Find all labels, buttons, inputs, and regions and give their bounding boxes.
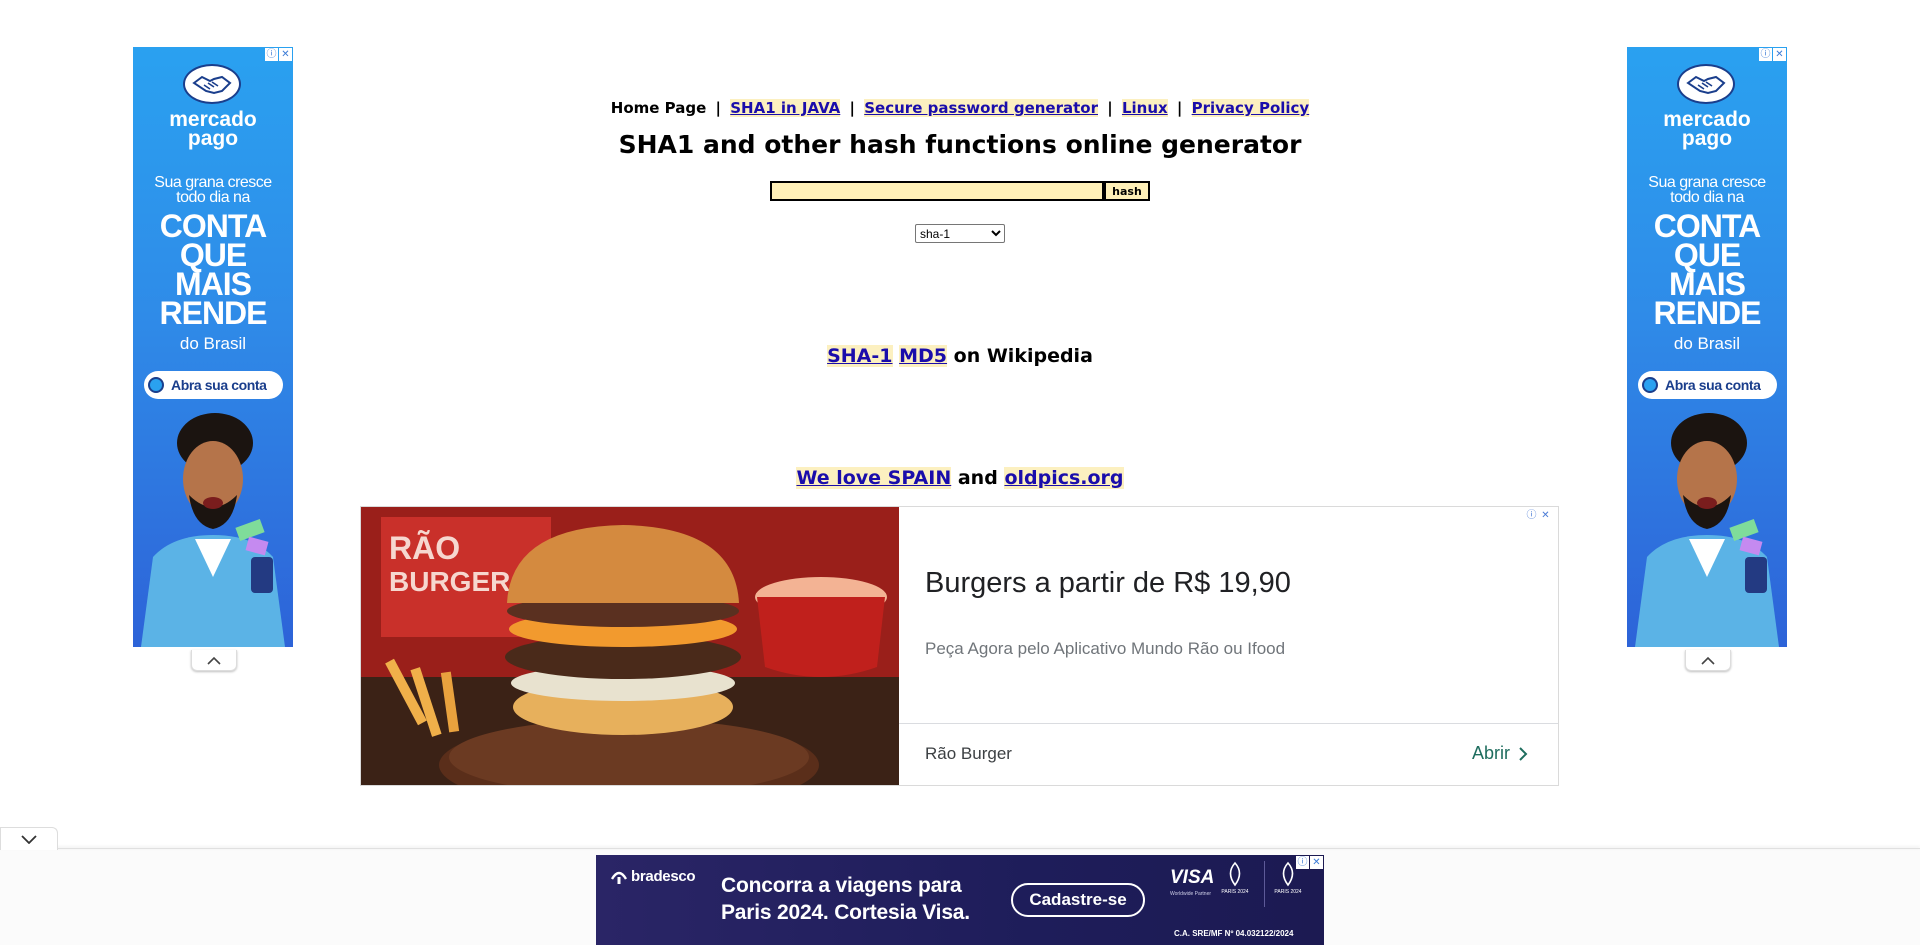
burger-display-ad[interactable]: RÃO BURGER ⓘ ✕ Burgers a partir de R$ 19… <box>360 506 1559 786</box>
promo-links: We love SPAIN and oldpics.org <box>0 467 1920 489</box>
ad-cta-button[interactable]: Abra sua conta <box>144 371 283 399</box>
toggle-icon <box>1642 377 1658 393</box>
wiki-links: SHA-1 MD5 on Wikipedia <box>0 345 1920 367</box>
flame-icon <box>1229 861 1241 887</box>
anchor-collapse-toggle[interactable] <box>0 827 58 850</box>
ad-open-button[interactable]: Abrir <box>1472 743 1528 764</box>
nav-separator: | <box>1176 99 1183 117</box>
ad-headline[interactable]: Burgers a partir de R$ 19,90 <box>925 567 1291 600</box>
nav-link-sha1-java[interactable]: SHA1 in JAVA <box>730 99 841 117</box>
handshake-icon <box>183 64 241 104</box>
chevron-up-icon <box>207 656 221 665</box>
ad-message: Concorra a viagens para Paris 2024. Cort… <box>721 872 970 926</box>
ad-cta-button[interactable]: Abra sua conta <box>1638 371 1777 399</box>
ad-collapse-toggle[interactable] <box>1685 650 1731 671</box>
nav-separator: | <box>1107 99 1113 117</box>
ad-close-icon[interactable]: ✕ <box>1773 48 1786 61</box>
ad-close-icon[interactable]: ✕ <box>1310 856 1323 869</box>
chevron-down-icon <box>21 834 37 844</box>
burger-image: RÃO BURGER <box>361 507 899 785</box>
paris-logo-text: PARIS 2024 <box>1274 889 1302 895</box>
person-image <box>1635 413 1779 647</box>
nav-link-password-generator[interactable]: Secure password generator <box>864 99 1098 117</box>
bradesco-banner-ad[interactable]: ⓘ ✕ bradesco Concorra a viagens para Par… <box>596 855 1324 945</box>
wiki-suffix: on Wikipedia <box>953 345 1093 367</box>
ad-close-icon[interactable]: ✕ <box>1539 509 1552 522</box>
ad-advertiser: Rão Burger <box>925 744 1012 763</box>
ad-collapse-toggle[interactable] <box>191 650 237 671</box>
ad-headline: CONTA QUE MAIS RENDE <box>133 210 293 331</box>
hash-input[interactable] <box>770 181 1104 201</box>
hash-button[interactable]: hash <box>1104 181 1150 201</box>
promo-joiner: and <box>957 467 998 489</box>
link-we-love-spain[interactable]: We love SPAIN <box>796 467 952 489</box>
bradesco-tree-icon <box>610 871 628 884</box>
nav-separator: | <box>849 99 856 117</box>
handshake-icon <box>1677 64 1735 104</box>
ad-info-icon[interactable]: ⓘ <box>265 48 278 61</box>
ad-controls: ⓘ ✕ <box>1525 509 1552 522</box>
person-image <box>141 413 285 647</box>
ad-headline: CONTA QUE MAIS RENDE <box>1627 210 1787 331</box>
ad-message-line: Concorra a viagens para <box>721 874 962 897</box>
ad-open-label: Abrir <box>1471 743 1510 763</box>
register-button[interactable]: Cadastre-se <box>1011 883 1145 917</box>
ad-tagline-line: Sua grana cresce <box>1648 174 1766 191</box>
hash-form: hash <box>770 181 1150 201</box>
ad-image-text: BURGER <box>389 566 510 597</box>
ad-cta-label: Abra sua conta <box>1665 377 1761 393</box>
ad-controls: ⓘ ✕ <box>1759 48 1786 61</box>
ad-info-icon[interactable]: ⓘ <box>1759 48 1772 61</box>
nav-separator: | <box>715 99 722 117</box>
nav-link-linux[interactable]: Linux <box>1121 99 1168 117</box>
ad-close-icon[interactable]: ✕ <box>279 48 292 61</box>
divider <box>899 723 1558 724</box>
ad-info-icon[interactable]: ⓘ <box>1525 509 1538 522</box>
page-title: SHA1 and other hash functions online gen… <box>618 130 1302 159</box>
algorithm-select[interactable]: sha-1 <box>915 224 1005 243</box>
paris-olympics-logo: PARIS 2024 <box>1216 861 1254 907</box>
bradesco-logo: bradesco <box>610 868 696 885</box>
divider <box>0 848 1920 849</box>
ad-tagline: Sua grana cresce todo dia na <box>1627 174 1787 206</box>
top-nav: Home Page | SHA1 in JAVA | Secure passwo… <box>0 99 1920 117</box>
ad-tagline-line: todo dia na <box>176 189 250 206</box>
chevron-up-icon <box>1701 656 1715 665</box>
nav-home: Home Page <box>610 99 707 117</box>
chevron-right-icon <box>1519 746 1528 761</box>
nav-link-privacy-policy[interactable]: Privacy Policy <box>1191 99 1310 117</box>
ad-controls: ⓘ ✕ <box>1296 856 1323 869</box>
link-oldpics[interactable]: oldpics.org <box>1004 467 1124 489</box>
ad-cta-label: Abra sua conta <box>171 377 267 393</box>
ad-description: Peça Agora pelo Aplicativo Mundo Rão ou … <box>925 639 1286 658</box>
ad-headline-line: RENDE <box>1653 295 1761 331</box>
ad-message-line: Paris 2024. Cortesia Visa. <box>721 901 970 924</box>
ad-headline-line: RENDE <box>159 295 267 331</box>
ad-image-text: RÃO <box>389 530 460 566</box>
ad-controls: ⓘ ✕ <box>265 48 292 61</box>
ad-info-icon[interactable]: ⓘ <box>1296 856 1309 869</box>
legal-text: C.A. SRE/MF Nº 04.032122/2024 <box>1174 929 1294 938</box>
visa-sub: Worldwide Partner <box>1170 891 1212 897</box>
wiki-link-sha1[interactable]: SHA-1 <box>827 345 893 367</box>
ad-tagline-line: todo dia na <box>1670 189 1744 206</box>
paris-logo-text: PARIS 2024 <box>1221 889 1249 895</box>
ad-tagline: Sua grana cresce todo dia na <box>133 174 293 206</box>
wiki-link-md5[interactable]: MD5 <box>899 345 948 367</box>
bradesco-logo-text: bradesco <box>631 868 696 885</box>
toggle-icon <box>148 377 164 393</box>
visa-logo: VISA <box>1170 867 1215 888</box>
ad-tagline-line: Sua grana cresce <box>154 174 272 191</box>
